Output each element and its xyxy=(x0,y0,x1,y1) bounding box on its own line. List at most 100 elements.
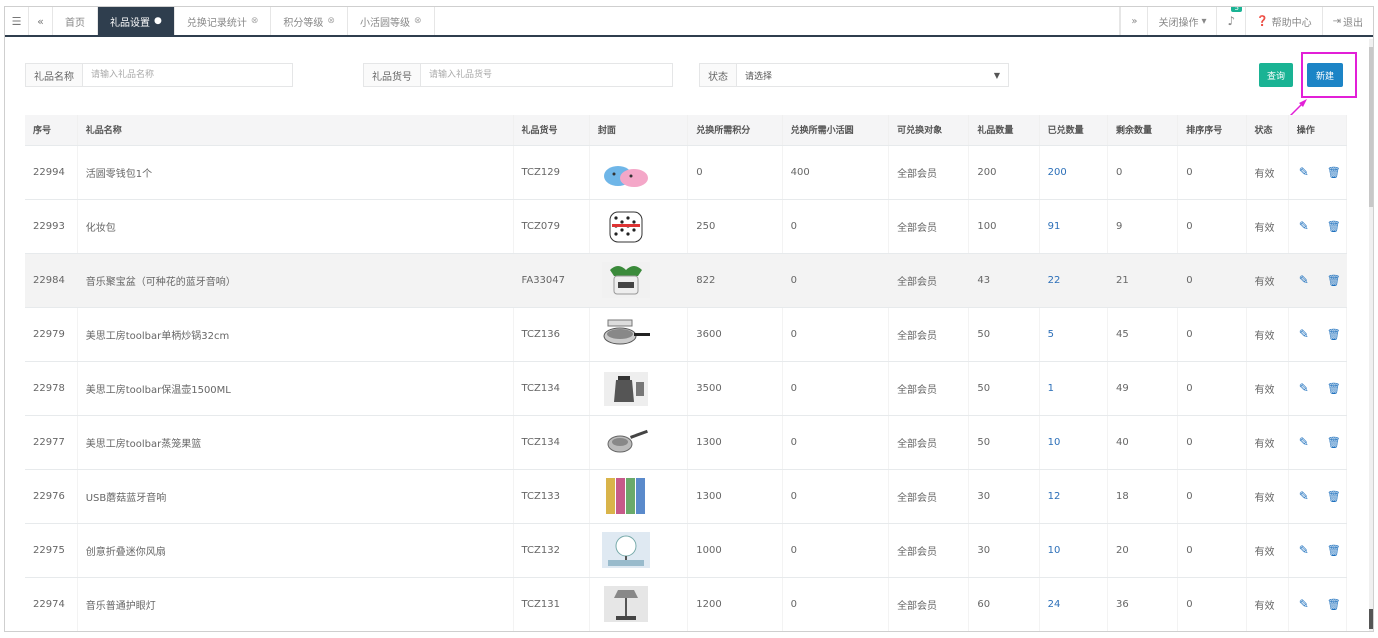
trash-icon[interactable]: 🗑 xyxy=(1327,598,1341,611)
tab-1[interactable]: 礼品设置 ● xyxy=(98,7,175,35)
column-header[interactable]: 序号 xyxy=(25,115,78,146)
close-tab-icon[interactable]: ⊗ xyxy=(327,16,335,26)
table-row[interactable]: 22979 美思工房toolbar单柄炒锅32cm TCZ136 3600 0 全部会员 5… xyxy=(25,307,1348,362)
cell-qty: 43 xyxy=(968,253,1040,308)
pencil-icon[interactable]: ✎ xyxy=(1299,165,1309,179)
row-actions: ✎ 🗑 xyxy=(1297,219,1346,233)
pencil-icon[interactable]: ✎ xyxy=(1299,597,1309,611)
column-header[interactable]: 已兑数量 xyxy=(1039,115,1108,146)
cell-sort: 0 xyxy=(1177,523,1247,578)
trash-icon[interactable]: 🗑 xyxy=(1327,274,1341,287)
cell-used[interactable]: 10 xyxy=(1039,523,1108,578)
tab-4[interactable]: 小活圆等级 ⊗ xyxy=(348,7,435,35)
cover-image xyxy=(589,199,689,254)
trash-icon[interactable]: 🗑 xyxy=(1327,544,1341,557)
tab-2[interactable]: 兑换记录统计 ⊗ xyxy=(175,7,272,35)
cover-image xyxy=(589,523,689,578)
table-row[interactable]: 22975 创意折叠迷你风扇 TCZ132 1000 0 全部会员 30 10 20 0 有效 ✎ 🗑 xyxy=(25,523,1348,578)
status-select[interactable]: 请选择 ▼ xyxy=(737,64,1008,86)
cell-used[interactable]: 10 xyxy=(1039,415,1108,470)
pencil-icon[interactable]: ✎ xyxy=(1299,489,1309,503)
pencil-icon[interactable]: ✎ xyxy=(1299,327,1309,341)
close-tab-icon[interactable]: ⊗ xyxy=(251,16,259,26)
cell-target: 全部会员 xyxy=(888,253,970,308)
table-row[interactable]: 22994 活圆零钱包1个 TCZ129 0 400 全部会员 200 200 0 0 有效 ✎ 🗑 xyxy=(25,145,1348,200)
table-row[interactable]: 22978 美思工房toolbar保温壶1500ML TCZ134 3500 0 全部会员… xyxy=(25,361,1348,416)
cell-id: 22974 xyxy=(25,577,78,631)
cover-image xyxy=(589,307,689,362)
pencil-icon[interactable]: ✎ xyxy=(1299,435,1309,449)
table-row[interactable]: 22976 USB蘑菇蓝牙音响 TCZ133 1300 0 全部会员 30 12 18 0 有效 ✎ 🗑 xyxy=(25,469,1348,524)
column-header[interactable]: 操作 xyxy=(1288,115,1348,146)
gift-name-input[interactable] xyxy=(83,64,292,86)
column-header[interactable]: 状态 xyxy=(1246,115,1289,146)
trash-icon[interactable]: 🗑 xyxy=(1327,490,1341,503)
pencil-icon[interactable]: ✎ xyxy=(1299,381,1309,395)
cell-used[interactable]: 12 xyxy=(1039,469,1108,524)
tab-0[interactable]: 首页 xyxy=(53,7,98,35)
scroll-tabs-right-icon[interactable]: » xyxy=(1120,7,1147,35)
help-center-link[interactable]: ❓ 帮助中心 xyxy=(1245,7,1321,35)
query-button[interactable]: 查询 xyxy=(1259,63,1293,87)
close-ops-dropdown[interactable]: 关闭操作 ▾ xyxy=(1147,7,1216,35)
trash-icon[interactable]: 🗑 xyxy=(1327,382,1341,395)
close-tab-icon[interactable]: ⊗ xyxy=(414,16,422,26)
cell-status: 有效 xyxy=(1246,415,1289,470)
table-row[interactable]: 22993 化妆包 TCZ079 250 0 全部会员 100 91 9 0 有效 ✎ 🗑 xyxy=(25,199,1348,254)
column-header[interactable]: 可兑换对象 xyxy=(888,115,970,146)
scroll-tabs-left-icon[interactable]: « xyxy=(29,7,53,35)
scrollbar-thumb[interactable] xyxy=(1369,47,1373,207)
cell-code: TCZ132 xyxy=(513,523,590,578)
close-tab-icon[interactable]: ● xyxy=(154,16,162,26)
cell-used[interactable]: 22 xyxy=(1039,253,1108,308)
cell-qty: 200 xyxy=(968,145,1040,200)
cell-id: 22975 xyxy=(25,523,78,578)
column-header[interactable]: 礼品名称 xyxy=(77,115,514,146)
status-filter: 状态 请选择 ▼ xyxy=(699,63,1009,87)
cell-used[interactable]: 1 xyxy=(1039,361,1108,416)
cell-id: 22976 xyxy=(25,469,78,524)
trash-icon[interactable]: 🗑 xyxy=(1327,220,1341,233)
cell-name: 创意折叠迷你风扇 xyxy=(77,523,514,578)
cell-coins: 0 xyxy=(782,577,890,631)
table-row[interactable]: 22974 音乐普通护眼灯 TCZ131 1200 0 全部会员 60 24 36 0 有效 ✎ 🗑 xyxy=(25,577,1348,631)
cell-used[interactable]: 24 xyxy=(1039,577,1108,631)
trash-icon[interactable]: 🗑 xyxy=(1327,328,1341,341)
cell-target: 全部会员 xyxy=(888,361,970,416)
column-header[interactable]: 礼品数量 xyxy=(968,115,1040,146)
trash-icon[interactable]: 🗑 xyxy=(1327,436,1341,449)
column-header[interactable]: 礼品货号 xyxy=(513,115,590,146)
table-row[interactable]: 22984 音乐聚宝盆（可种花的蓝牙音响） FA33047 822 0 全部会员 43 22 2… xyxy=(25,253,1348,308)
cell-name: 音乐普通护眼灯 xyxy=(77,577,514,631)
pencil-icon[interactable]: ✎ xyxy=(1299,273,1309,287)
cell-used[interactable]: 200 xyxy=(1039,145,1108,200)
column-header[interactable]: 排序序号 xyxy=(1177,115,1247,146)
cell-coins: 0 xyxy=(782,523,890,578)
gift-code-input[interactable] xyxy=(421,64,672,86)
column-header[interactable]: 兑换所需积分 xyxy=(687,115,783,146)
logout-link[interactable]: ⇥ 退出 xyxy=(1321,7,1373,35)
help-center-label: 帮助中心 xyxy=(1271,17,1312,29)
row-actions: ✎ 🗑 xyxy=(1297,327,1346,341)
column-header[interactable]: 封面 xyxy=(589,115,689,146)
column-header[interactable]: 剩余数量 xyxy=(1107,115,1179,146)
cell-sort: 0 xyxy=(1177,199,1247,254)
pencil-icon[interactable]: ✎ xyxy=(1299,219,1309,233)
cell-used[interactable]: 91 xyxy=(1039,199,1108,254)
cell-id: 22978 xyxy=(25,361,78,416)
trash-icon[interactable]: 🗑 xyxy=(1327,166,1341,179)
menu-toggle-icon[interactable]: ☰ xyxy=(5,7,29,35)
row-actions: ✎ 🗑 xyxy=(1297,165,1346,179)
table-row[interactable]: 22977 美思工房toolbar蒸笼果篮 TCZ134 1300 0 全部会员 50 10 4… xyxy=(25,415,1348,470)
notification-button[interactable]: ♪ 5 xyxy=(1216,7,1245,35)
cell-qty: 100 xyxy=(968,199,1040,254)
cell-sort: 0 xyxy=(1177,361,1247,416)
cell-points: 3500 xyxy=(687,361,783,416)
column-header[interactable]: 兑换所需小活圆 xyxy=(782,115,890,146)
cell-target: 全部会员 xyxy=(888,523,970,578)
cover-image xyxy=(589,415,689,470)
tab-3[interactable]: 积分等级 ⊗ xyxy=(271,7,348,35)
scrollbar-bottom-handle[interactable] xyxy=(1369,609,1373,629)
pencil-icon[interactable]: ✎ xyxy=(1299,543,1309,557)
cell-used[interactable]: 5 xyxy=(1039,307,1108,362)
